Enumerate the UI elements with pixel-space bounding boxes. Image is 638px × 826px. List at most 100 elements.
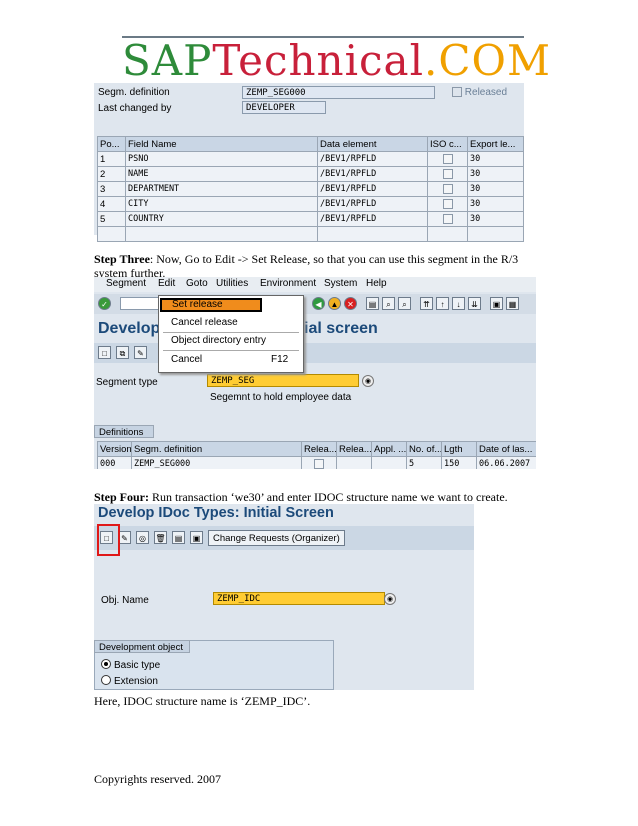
iso-checkbox[interactable] bbox=[442, 183, 453, 194]
menu-edit[interactable]: Edit bbox=[158, 278, 175, 289]
menu-segment[interactable]: Segment bbox=[106, 278, 146, 289]
create-icon[interactable]: □ bbox=[98, 346, 111, 359]
released-flag: Released bbox=[452, 87, 507, 98]
segment-type-input[interactable]: ZEMP_SEG bbox=[207, 374, 359, 387]
menu-system[interactable]: System bbox=[324, 278, 357, 289]
last-page-icon[interactable]: ⇊ bbox=[468, 297, 481, 310]
idoc-note: Here, IDOC structure name is ‘ZEMP_IDC’. bbox=[94, 694, 311, 708]
radio-basic-type-label: Basic type bbox=[114, 660, 161, 671]
saptechnical-logo: SAPTechnical.COM bbox=[122, 36, 550, 88]
table-row[interactable]: 1 PSNO/BEV1/RPFLD 30 bbox=[97, 151, 524, 167]
menu-utilities[interactable]: Utilities bbox=[216, 278, 248, 289]
development-object-group: Development object Basic type Extension bbox=[94, 640, 334, 690]
col-header[interactable]: Version bbox=[97, 441, 132, 457]
obj-name-input[interactable]: ZEMP_IDC bbox=[213, 592, 385, 605]
released-checkbox[interactable] bbox=[314, 458, 324, 469]
radio-basic-type[interactable]: Basic type bbox=[101, 659, 160, 671]
table-row[interactable]: 5 COUNTRY/BEV1/RPFLD 30 bbox=[97, 211, 524, 227]
segment-description: Segemnt to hold employee data bbox=[210, 392, 352, 403]
logo-sap: SAP bbox=[122, 36, 213, 85]
step-three-heading: Step Three bbox=[94, 252, 150, 266]
definitions-tab[interactable]: Definitions bbox=[94, 425, 154, 438]
radio-extension-label: Extension bbox=[114, 676, 158, 687]
segm-definition-field[interactable]: ZEMP_SEG000 bbox=[242, 86, 435, 99]
step-four-paragraph: Step Four: Run transaction ‘we30’ and en… bbox=[94, 490, 554, 504]
find-next-icon[interactable]: ⌕ bbox=[398, 297, 411, 310]
col-header[interactable]: Export le... bbox=[467, 136, 524, 152]
transport-icon[interactable]: ▤ bbox=[172, 531, 185, 544]
iso-checkbox[interactable] bbox=[442, 213, 453, 224]
enter-icon[interactable]: ✓ bbox=[98, 297, 111, 310]
col-header[interactable]: ISO c... bbox=[427, 136, 468, 152]
segment-type-label: Segment type bbox=[96, 377, 158, 388]
menu-item-object-directory[interactable]: Object directory entry bbox=[171, 335, 266, 346]
lock-icon[interactable]: ▣ bbox=[190, 531, 203, 544]
menu-goto[interactable]: Goto bbox=[186, 278, 208, 289]
idoc-screen-title: Develop IDoc Types: Initial Screen bbox=[98, 505, 334, 521]
table-row[interactable]: 2 NAME/BEV1/RPFLD 30 bbox=[97, 166, 524, 182]
find-icon[interactable]: ⌕ bbox=[382, 297, 395, 310]
menu-item-cancel-release[interactable]: Cancel release bbox=[171, 317, 238, 328]
value-help-icon[interactable]: ◉ bbox=[362, 375, 374, 387]
col-header[interactable]: Appl. ... bbox=[371, 441, 407, 457]
last-changed-label: Last changed by bbox=[98, 103, 172, 114]
menu-item-set-release[interactable]: Set release bbox=[160, 298, 262, 312]
change-requests-button[interactable]: Change Requests (Organizer) bbox=[208, 530, 345, 546]
col-header[interactable]: Data element bbox=[317, 136, 428, 152]
delete-icon[interactable]: 🗑 bbox=[154, 531, 167, 544]
segment-definition-screenshot: Segm. definition ZEMP_SEG000 Released La… bbox=[94, 83, 524, 242]
iso-checkbox[interactable] bbox=[442, 168, 453, 179]
screen-title-left: Develop bbox=[98, 320, 161, 337]
table-row[interactable]: 4 CITY/BEV1/RPFLD 30 bbox=[97, 196, 524, 212]
step-three-paragraph: Step Three: Now, Go to Edit -> Set Relea… bbox=[94, 252, 544, 280]
menu-item-cancel[interactable]: Cancel bbox=[171, 354, 202, 365]
print-icon[interactable]: ▤ bbox=[366, 297, 379, 310]
value-help-icon[interactable]: ◉ bbox=[384, 593, 396, 605]
edit-dropdown-menu: Set release Cancel release Object direct… bbox=[158, 295, 304, 373]
idoc-types-screenshot: Develop IDoc Types: Initial Screen □ ✎ ◎… bbox=[94, 504, 474, 690]
menu-environment[interactable]: Environment bbox=[260, 278, 316, 289]
display-icon[interactable]: ◎ bbox=[136, 531, 149, 544]
copy-icon[interactable]: ⧉ bbox=[116, 346, 129, 359]
iso-checkbox[interactable] bbox=[442, 153, 453, 164]
logo-technical: Technical bbox=[212, 36, 425, 85]
logo-com: .COM bbox=[424, 36, 551, 85]
radio-basic-type-control[interactable] bbox=[101, 659, 111, 669]
col-header[interactable]: Lgth bbox=[441, 441, 477, 457]
segment-editor-screenshot: Segment Edit Goto Utilities Environment … bbox=[94, 277, 536, 469]
menu-help[interactable]: Help bbox=[366, 278, 387, 289]
col-header[interactable]: Relea... bbox=[301, 441, 337, 457]
released-label: Released bbox=[464, 87, 508, 98]
new-session-icon[interactable]: ▣ bbox=[490, 297, 503, 310]
step-three-text: : Now, Go to Edit -> Set Release, so tha… bbox=[94, 252, 519, 280]
col-header[interactable]: Relea... bbox=[336, 441, 372, 457]
last-changed-field: DEVELOPER bbox=[242, 101, 326, 114]
change-icon[interactable]: ✎ bbox=[134, 346, 147, 359]
cancel-icon[interactable]: ✕ bbox=[344, 297, 357, 310]
col-header[interactable]: Date of las... bbox=[476, 441, 536, 457]
table-header-row: Po... Field Name Data element ISO c... E… bbox=[97, 136, 524, 152]
shortcut-icon[interactable]: ▦ bbox=[506, 297, 519, 310]
screen-title-right: ial screen bbox=[304, 320, 378, 337]
released-checkbox[interactable] bbox=[452, 87, 462, 98]
definitions-table: Version Segm. definition Relea... Relea.… bbox=[97, 441, 536, 469]
col-header[interactable]: Segm. definition bbox=[131, 441, 302, 457]
radio-extension-control[interactable] bbox=[101, 675, 111, 685]
iso-checkbox[interactable] bbox=[442, 198, 453, 209]
table-row[interactable]: 000 ZEMP_SEG000 5 150 06.06.2007 bbox=[97, 456, 536, 469]
col-header[interactable]: Po... bbox=[97, 136, 126, 152]
development-object-tab: Development object bbox=[94, 640, 190, 653]
col-header[interactable]: Field Name bbox=[125, 136, 318, 152]
radio-extension[interactable]: Extension bbox=[101, 675, 158, 687]
back-icon[interactable]: ◀ bbox=[312, 297, 325, 310]
menu-bar: Segment Edit Goto Utilities Environment … bbox=[94, 277, 536, 292]
segment-fields-table: Po... Field Name Data element ISO c... E… bbox=[97, 136, 524, 242]
table-row[interactable]: 3 DEPARTMENT/BEV1/RPFLD 30 bbox=[97, 181, 524, 197]
col-header[interactable]: No. of... bbox=[406, 441, 442, 457]
step-four-heading: Step Four: bbox=[94, 490, 149, 504]
prev-page-icon[interactable]: ↑ bbox=[436, 297, 449, 310]
obj-name-label: Obj. Name bbox=[101, 595, 149, 606]
exit-icon[interactable]: ▲ bbox=[328, 297, 341, 310]
first-page-icon[interactable]: ⇈ bbox=[420, 297, 433, 310]
next-page-icon[interactable]: ↓ bbox=[452, 297, 465, 310]
